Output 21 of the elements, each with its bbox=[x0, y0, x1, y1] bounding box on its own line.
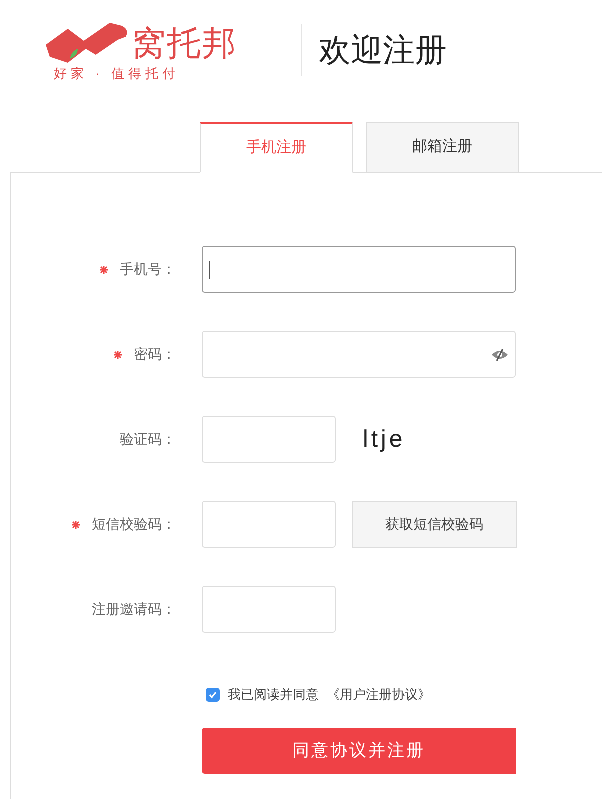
get-code-button[interactable]: 获取短信校验码 bbox=[352, 501, 517, 548]
house-logo-icon bbox=[44, 21, 130, 65]
agree-checkbox[interactable] bbox=[206, 688, 220, 702]
logo-name: 窝托邦 bbox=[132, 24, 237, 65]
agreement-text: 我已阅读并同意 bbox=[228, 686, 319, 704]
eye-slash-icon[interactable] bbox=[491, 348, 509, 360]
register-button[interactable]: 同意协议并注册 bbox=[202, 728, 516, 774]
captcha-text[interactable]: ltje bbox=[363, 422, 406, 458]
field-label: 验证码： bbox=[120, 430, 176, 449]
agreement-link[interactable]: 《用户注册协议》 bbox=[327, 685, 431, 704]
tab[interactable]: 手机注册 bbox=[200, 122, 353, 173]
field-label: 注册邀请码： bbox=[92, 600, 176, 619]
field-label: 手机号： bbox=[120, 260, 176, 279]
field-label: 密码： bbox=[134, 345, 176, 364]
page-title: 欢迎注册 bbox=[319, 31, 447, 70]
tab[interactable]: 邮箱注册 bbox=[366, 122, 519, 173]
logo-slogan: 好家 · 值得托付 bbox=[54, 65, 181, 83]
checkmark-icon bbox=[208, 690, 218, 700]
input-field[interactable] bbox=[202, 246, 516, 293]
field-label: 短信校验码： bbox=[92, 515, 176, 534]
text-cursor-icon bbox=[209, 260, 210, 278]
